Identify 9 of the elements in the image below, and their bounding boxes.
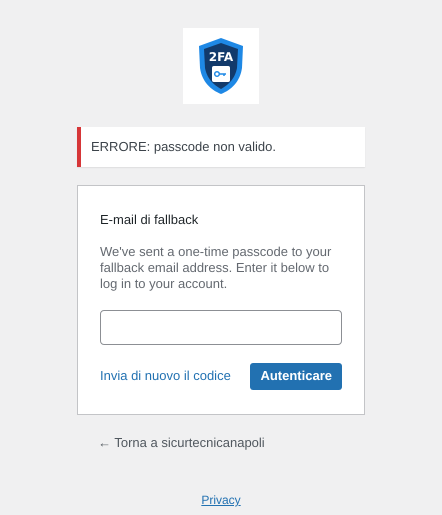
privacy-link[interactable]: Privacy — [201, 491, 241, 509]
passcode-field[interactable] — [100, 310, 342, 344]
resend-code-link[interactable]: Invia di nuovo il codice — [100, 366, 231, 386]
form-message: We've sent a one-time passcode to your fallback email address. Enter it below to log in to your account. — [100, 244, 332, 292]
logo: 2FA — [183, 28, 259, 104]
form-title: E-mail di fallback — [100, 211, 200, 229]
error-message: ERRORE: passcode non valido. — [91, 138, 276, 156]
authenticate-button[interactable]: Autenticare — [250, 362, 342, 390]
back-link[interactable]: ← Torna a sicurtecnicanapoli — [98, 435, 265, 450]
